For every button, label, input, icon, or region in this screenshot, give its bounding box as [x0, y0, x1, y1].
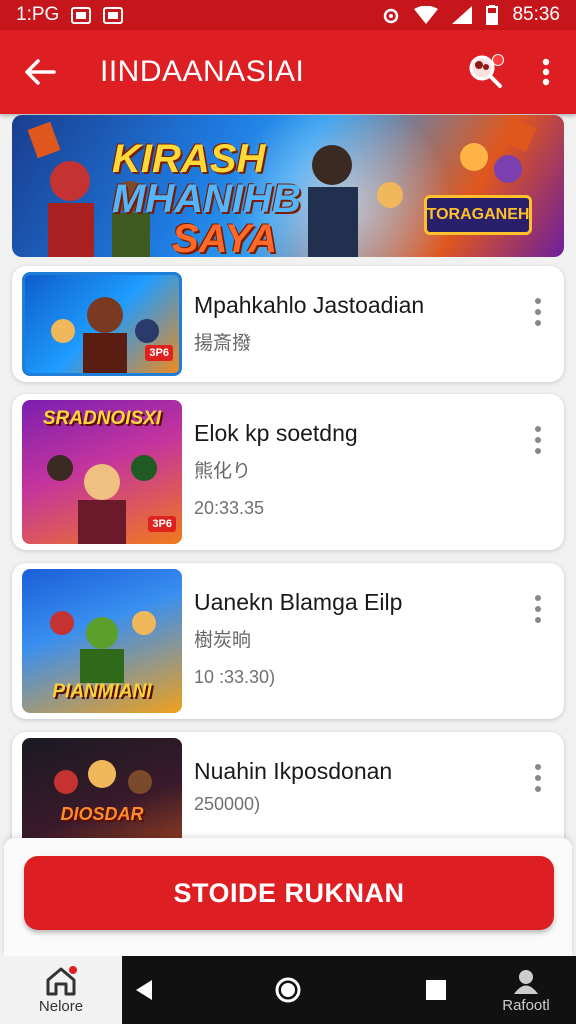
tab-profile-label: Rafootl — [502, 996, 550, 1014]
tab-home-label: Nelore — [38, 997, 84, 1015]
item-more-button[interactable] — [526, 292, 550, 332]
thumbnail-tag: 3P6 — [145, 345, 173, 361]
nav-back-button[interactable] — [114, 956, 174, 1024]
person-icon — [514, 969, 538, 994]
thumbnail-title: PIANMIANI — [52, 681, 152, 702]
list-item[interactable]: PIANMIANI Uanekn Blamga Eilp 樹炭晌 10 :33.… — [12, 563, 564, 719]
home-icon — [46, 965, 77, 995]
more-vertical-icon — [535, 426, 541, 454]
thumbnail-title: DIOSDAR — [60, 804, 144, 824]
item-more-button[interactable] — [526, 589, 550, 629]
item-time: 250000) — [194, 794, 261, 814]
nav-home-button[interactable] — [258, 956, 318, 1024]
more-vertical-icon — [535, 298, 541, 326]
alarm-icon — [384, 8, 399, 24]
more-vertical-icon — [535, 595, 541, 623]
item-more-button[interactable] — [526, 758, 550, 798]
more-vertical-icon — [542, 58, 550, 86]
cta-panel: STOIDE RUKNAN — [4, 838, 572, 956]
item-more-button[interactable] — [526, 420, 550, 460]
signal-icon — [452, 6, 473, 24]
item-title: Elok kp soetdng — [194, 420, 358, 446]
game-thumbnail: PIANMIANI — [22, 569, 182, 713]
item-subtitle: 熊化り — [194, 461, 252, 482]
item-title: Nuahin Ikposdonan — [194, 758, 393, 784]
game-thumbnail: SRADNOISXI 3P6 — [22, 400, 182, 544]
app-bar: IINDAANASIAI — [0, 30, 576, 114]
thumbnail-title: SRADNOISXI — [42, 408, 162, 429]
search-badge — [492, 54, 504, 66]
primary-action-button[interactable]: STOIDE RUKNAN — [24, 856, 554, 930]
back-button[interactable] — [0, 30, 80, 114]
arrow-left-icon — [25, 59, 56, 85]
item-time: 10 :33.30) — [194, 667, 276, 687]
status-bar: 1:PG 85:36 — [0, 0, 576, 30]
status-clock: 85:36 — [512, 4, 560, 25]
notification-icon — [103, 6, 124, 24]
featured-banner[interactable]: KIRASH MHANIHB SAYA TORAGANEH — [12, 115, 564, 257]
page-title: IINDAANASIAI — [100, 55, 305, 88]
game-thumbnail: 3P6 — [22, 272, 182, 376]
nav-recents-button[interactable] — [406, 956, 466, 1024]
thumbnail-tag: 3P6 — [148, 516, 176, 532]
list-item[interactable]: SRADNOISXI 3P6 Elok kp soetdng 熊化り 20:33… — [12, 394, 564, 550]
search-button[interactable] — [456, 30, 516, 114]
item-title: Mpahkahlo Jastoadian — [194, 292, 425, 318]
banner-badge: TORAGANEH — [424, 195, 532, 235]
item-subtitle: 樹炭晌 — [194, 630, 252, 651]
triangle-back-icon — [136, 980, 152, 1000]
item-title: Uanekn Blamga Eilp — [194, 589, 403, 615]
more-options-button[interactable] — [516, 30, 576, 114]
tab-home[interactable]: Nelore — [0, 956, 122, 1024]
gallery-icon — [71, 6, 92, 24]
square-recents-icon — [426, 980, 446, 1000]
item-subtitle: 揚斎撥 — [194, 333, 252, 354]
bottom-navigation: Nelore Rafootl — [0, 956, 576, 1024]
banner-title: KIRASH MHANIHB SAYA — [112, 137, 301, 257]
item-time: 20:33.35 — [194, 498, 265, 518]
list-item[interactable]: 3P6 Mpahkahlo Jastoadian 揚斎撥 — [12, 266, 564, 382]
battery-icon — [486, 5, 499, 25]
tab-profile[interactable]: Rafootl — [476, 956, 576, 1024]
more-vertical-icon — [535, 764, 541, 792]
status-time: 1:PG — [16, 4, 60, 25]
wifi-icon — [414, 6, 439, 24]
circle-home-icon — [275, 977, 301, 1003]
